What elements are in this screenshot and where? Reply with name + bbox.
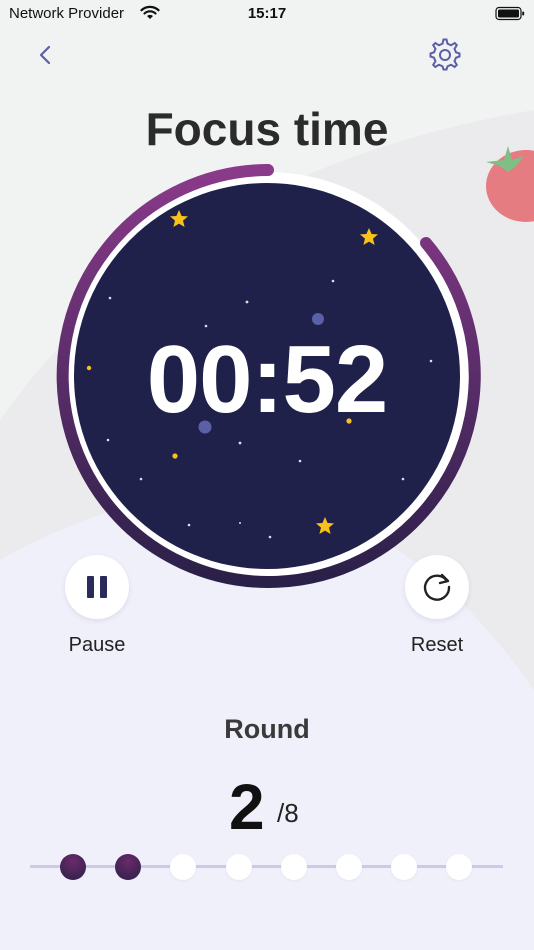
round-dot	[336, 854, 362, 880]
timer-display: 00:52	[146, 326, 389, 433]
status-bar: Network Provider 15:17	[0, 0, 534, 28]
reset-button[interactable]	[405, 555, 469, 619]
round-dot	[280, 854, 307, 880]
round-current: 2	[229, 771, 265, 843]
back-button[interactable]	[30, 40, 60, 70]
battery-icon	[495, 6, 525, 21]
reset-icon	[423, 573, 451, 601]
settings-button[interactable]	[428, 38, 462, 72]
round-dot	[225, 854, 252, 880]
pause-button[interactable]	[65, 555, 129, 619]
round-dot	[391, 854, 418, 880]
round-total: /8	[277, 798, 299, 828]
round-label: Round	[224, 714, 310, 744]
pause-icon	[87, 576, 107, 598]
settings-gear-icon	[429, 38, 461, 71]
page-title: Focus time	[145, 103, 389, 155]
round-dot	[60, 854, 86, 880]
round-dot	[115, 854, 142, 880]
pause-label: Pause	[68, 634, 126, 656]
status-time: 15:17	[247, 5, 287, 22]
round-progress-track	[30, 865, 503, 868]
reset-label: Reset	[410, 634, 464, 656]
back-chevron-icon	[39, 45, 51, 65]
